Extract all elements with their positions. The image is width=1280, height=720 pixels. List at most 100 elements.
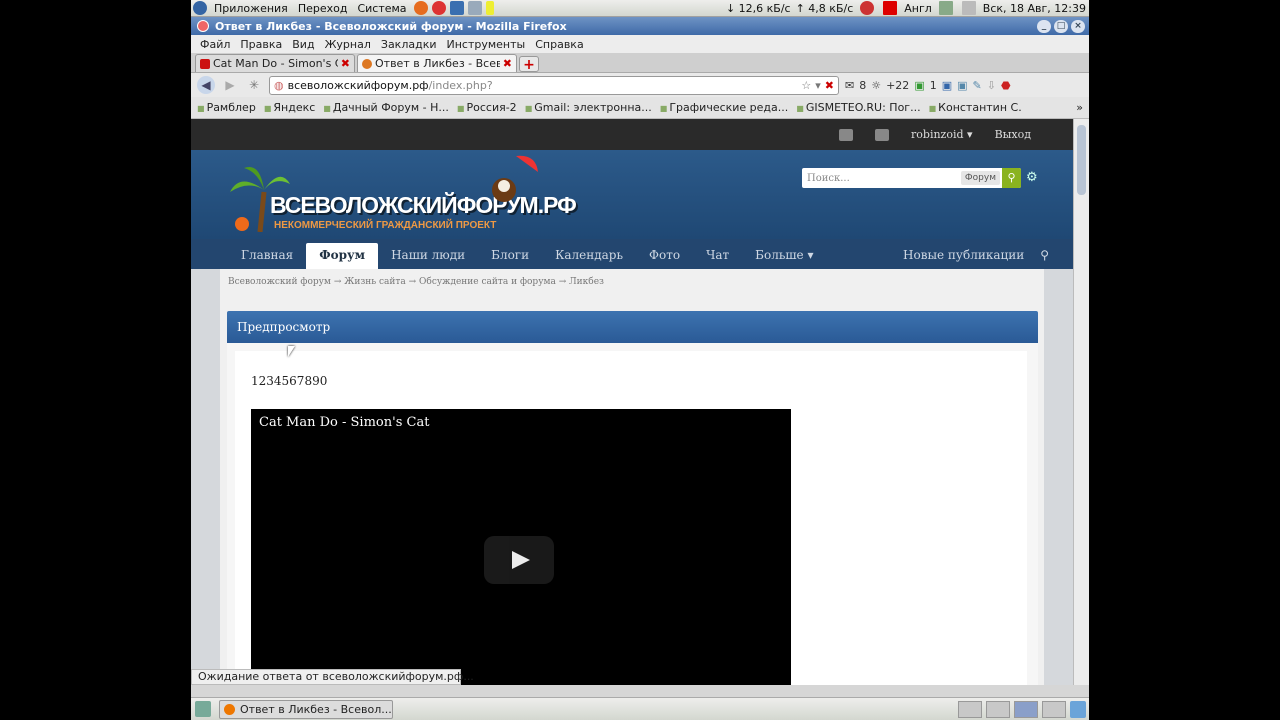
menu-system[interactable]: Система	[352, 2, 411, 15]
workspace-4[interactable]	[1042, 700, 1066, 718]
minimize-button[interactable]: _	[1037, 19, 1051, 33]
video-title[interactable]: Cat Man Do - Simon's Cat	[259, 415, 429, 430]
nav-more[interactable]: Больше ▾	[742, 243, 826, 269]
download-icon[interactable]: ⇩	[987, 79, 996, 92]
addon-icon[interactable]: ▣	[957, 79, 967, 92]
trash-icon[interactable]	[1070, 700, 1086, 718]
bookmark-item[interactable]: Дачный Форум - Н...	[323, 101, 449, 114]
show-desktop-icon[interactable]	[195, 701, 211, 717]
nav-blogs[interactable]: Блоги	[478, 243, 542, 269]
counter-icon[interactable]: ▣	[914, 79, 924, 92]
forward-arrow-icon[interactable]: ▶	[221, 76, 239, 94]
power-icon[interactable]	[860, 1, 875, 15]
workspace-3[interactable]	[1014, 700, 1038, 718]
logout-link[interactable]: Выход	[995, 128, 1031, 141]
breadcrumb-item[interactable]: Всеволожский форум	[228, 277, 331, 287]
search-icon[interactable]: ⚲	[1002, 168, 1021, 188]
page-scrollbar[interactable]	[1073, 119, 1089, 685]
bookmark-item[interactable]: Яндекс	[264, 101, 315, 114]
back-arrow-icon[interactable]: ◀	[197, 76, 215, 94]
mail-notify-icon[interactable]	[961, 1, 976, 15]
close-tab-icon[interactable]: ✖	[341, 57, 350, 70]
vk-addon-icon[interactable]: ▣	[942, 79, 952, 92]
new-tab-button[interactable]: +	[519, 56, 539, 73]
firefox-launcher-icon[interactable]	[413, 1, 428, 15]
menu-edit[interactable]: Правка	[235, 38, 287, 51]
menu-tools[interactable]: Инструменты	[442, 38, 531, 51]
maximize-button[interactable]: □	[1054, 19, 1068, 33]
virtualbox-launcher-icon[interactable]	[449, 1, 464, 15]
user-menu[interactable]: robinzoid ▾	[911, 128, 973, 141]
notifications-icon[interactable]	[875, 128, 890, 141]
stop-load-icon[interactable]: ✖	[825, 79, 834, 92]
search-scope-selector[interactable]: Форум	[960, 171, 1000, 185]
close-window-button[interactable]: ×	[1071, 19, 1085, 33]
bookmarks-overflow-icon[interactable]: »	[1076, 101, 1089, 114]
youtube-embed[interactable]: Cat Man Do - Simon's Cat	[251, 409, 791, 685]
nav-chat[interactable]: Чат	[693, 243, 742, 269]
mail-checker-icon[interactable]: ✉	[845, 79, 854, 92]
stop-icon[interactable]: ✳	[245, 76, 263, 94]
nav-forum[interactable]: Форум	[306, 243, 379, 269]
workspace-1[interactable]	[958, 700, 982, 718]
nav-calendar[interactable]: Календарь	[542, 243, 636, 269]
menu-help[interactable]: Справка	[530, 38, 588, 51]
workspace-2[interactable]	[986, 700, 1010, 718]
bolt-launcher-icon[interactable]	[485, 1, 494, 15]
scrollbar-thumb[interactable]	[1077, 125, 1086, 195]
edit-icon[interactable]: ✎	[973, 79, 982, 92]
nav-new-posts[interactable]: Новые публикации	[903, 243, 1024, 269]
bookmark-item[interactable]: Рамблер	[197, 101, 256, 114]
bookmark-item[interactable]: Россия-2	[457, 101, 516, 114]
bookmark-item[interactable]: GISMETEO.RU: Пог...	[796, 101, 921, 114]
bookmark-item[interactable]: Gmail: электронна...	[525, 101, 652, 114]
weather-icon[interactable]: ☼	[871, 79, 881, 92]
menu-history[interactable]: Журнал	[320, 38, 376, 51]
forum-header: ВСЕВОЛОЖСКИЙФОРУМ.РФ НЕКОММЕРЧЕСКИЙ ГРАЖ…	[191, 150, 1073, 239]
tab-bar: Cat Man Do - Simon's Ca... ✖ Ответ в Лик…	[191, 53, 1089, 73]
map-pin-icon[interactable]: ⚲	[1040, 243, 1049, 269]
breadcrumb-item[interactable]: Жизнь сайта	[344, 277, 406, 287]
menu-applications[interactable]: Приложения	[209, 2, 293, 15]
messages-icon[interactable]	[839, 128, 854, 141]
screenshot-launcher-icon[interactable]	[467, 1, 482, 15]
volume-icon[interactable]	[938, 1, 953, 15]
breadcrumb: Всеволожский форум → Жизнь сайта → Обсуж…	[228, 277, 604, 287]
url-bar[interactable]: ◍ всеволожскийфорум.рф /index.php? ☆ ▾ ✖	[269, 75, 839, 95]
menu-places[interactable]: Переход	[293, 2, 353, 15]
bookmark-star-icon[interactable]: ☆	[801, 79, 811, 92]
forum-tagline: НЕКОММЕРЧЕСКИЙ ГРАЖДАНСКИЙ ПРОЕКТ	[274, 220, 497, 231]
taskbar-window-button[interactable]: Ответ в Ликбез - Всевол...	[219, 699, 393, 719]
umbrella-coconut-icon	[492, 155, 538, 202]
site-identity-icon[interactable]: ◍	[274, 79, 284, 92]
search-input[interactable]: Поиск...	[802, 173, 961, 184]
mail-count: 8	[859, 78, 867, 92]
menu-view[interactable]: Вид	[287, 38, 319, 51]
forum-search-box: Поиск... Форум ⚲	[802, 168, 1021, 188]
clock[interactable]: Вск, 18 Авг, 12:39	[983, 2, 1086, 15]
menu-bookmarks[interactable]: Закладки	[376, 38, 442, 51]
tab-forum[interactable]: Ответ в Ликбез - Всево... ✖	[357, 54, 517, 72]
keyboard-layout-label[interactable]: Англ	[904, 2, 932, 15]
bookmark-item[interactable]: Графические реда...	[660, 101, 788, 114]
nav-photo[interactable]: Фото	[636, 243, 693, 269]
tab-youtube[interactable]: Cat Man Do - Simon's Ca... ✖	[195, 54, 355, 72]
menu-file[interactable]: Файл	[195, 38, 235, 51]
breadcrumb-item[interactable]: Ликбез	[569, 277, 604, 287]
breadcrumb-item[interactable]: Обсуждение сайта и форума	[419, 277, 556, 287]
play-button-icon[interactable]	[484, 536, 554, 584]
nav-home[interactable]: Главная	[228, 243, 306, 269]
keyboard-flag-icon[interactable]	[883, 1, 898, 15]
gnome-top-panel: Приложения Переход Система ↓ 12,6 кБ/с ↑…	[191, 0, 1089, 17]
forum-logo[interactable]: ВСЕВОЛОЖСКИЙФОРУМ.РФ НЕКОММЕРЧЕСКИЙ ГРАЖ…	[226, 152, 577, 238]
close-tab-icon[interactable]: ✖	[503, 57, 512, 70]
nav-people[interactable]: Наши люди	[378, 243, 478, 269]
url-path: /index.php?	[428, 78, 493, 92]
history-dropdown-icon[interactable]: ▾	[815, 79, 821, 92]
gnome-foot-icon[interactable]	[193, 1, 207, 15]
window-titlebar[interactable]: Ответ в Ликбез - Всеволожский форум - Mo…	[191, 17, 1089, 35]
search-settings-gear-icon[interactable]: ⚙	[1026, 170, 1038, 185]
help-launcher-icon[interactable]	[431, 1, 446, 15]
bookmark-item[interactable]: Константин С.	[929, 101, 1022, 114]
adblock-icon[interactable]: ⬣	[1001, 79, 1011, 92]
